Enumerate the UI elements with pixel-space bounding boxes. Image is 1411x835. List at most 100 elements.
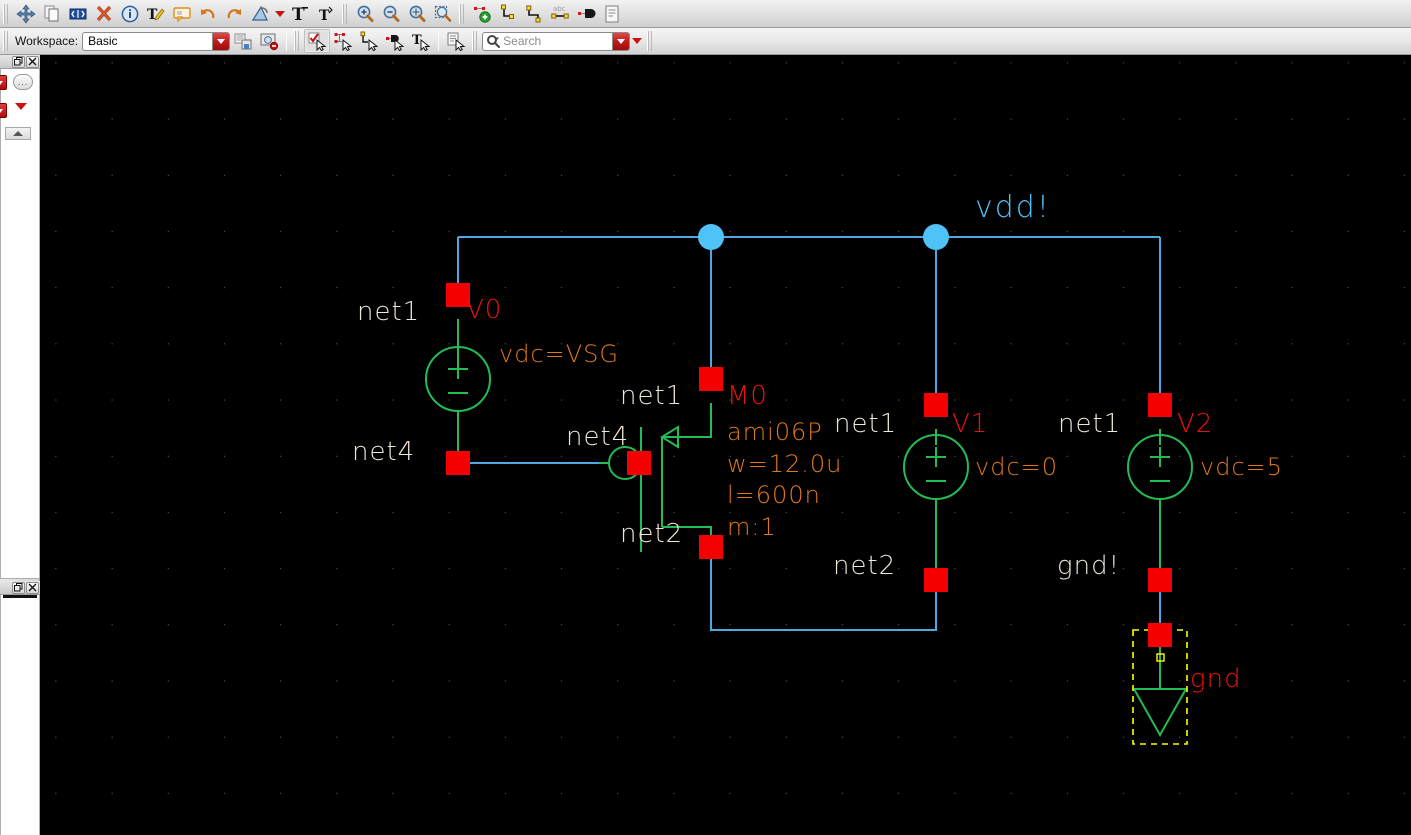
schematic-label-v1_net1[interactable]: net1 [834,409,897,439]
pin-v1-bottom[interactable] [924,568,948,592]
workspace-label: Workspace: [15,34,79,48]
pin-m0-drain[interactable] [699,535,723,559]
schematic-label-v2_name[interactable]: V2 [1177,409,1213,439]
add-bus-icon[interactable]: abc [547,2,573,26]
select-all-icon[interactable] [304,29,331,53]
check-dropdown-icon[interactable] [273,11,287,17]
add-instance-icon[interactable] [469,2,495,26]
schematic-label-v2_net1[interactable]: net1 [1058,409,1121,439]
schematic-label-m0_model[interactable]: ami06P [727,418,823,446]
dock-collapse-icon[interactable] [5,127,31,140]
dock-panel-bottom-body [0,595,40,835]
text-large-icon[interactable]: T [287,2,313,26]
edit-in-place-icon[interactable]: T [143,2,169,26]
delete-workspace-icon[interactable] [256,29,282,53]
select-wires-icon[interactable] [356,29,382,53]
schematic-label-m0_net4[interactable]: net4 [566,422,629,452]
undo-icon[interactable] [195,2,221,26]
pin-m0-gate-net4[interactable] [627,451,651,475]
schematic-label-v0_vdc[interactable]: vdc=VSG [499,340,619,368]
schematic-label-m0_w[interactable]: w=12.0u [727,450,842,478]
junction-vdd-m0[interactable] [698,224,724,250]
pin-v2-top[interactable] [1148,393,1172,417]
edit-toolbar-group: T T T [0,0,339,27]
svg-text:abc: abc [553,5,566,13]
descend-icon[interactable] [169,2,195,26]
schematic-label-v0_net1[interactable]: net1 [357,297,420,327]
workspace-combobox[interactable]: Basic [82,31,231,51]
schematic-label-m0_net1[interactable]: net1 [620,381,683,411]
instance-V0 [425,319,491,463]
schematic-label-m0_m[interactable]: m:1 [727,513,777,541]
check-and-save-icon[interactable] [247,2,273,26]
stretch-icon[interactable] [65,2,91,26]
restore-icon-2[interactable] [12,581,25,594]
schematic-label-m0_net2[interactable]: net2 [620,519,683,549]
toolbar-grip-zoom[interactable] [342,3,349,24]
select-annotations-icon[interactable] [443,29,469,53]
schematic-label-gnd_inst[interactable]: gnd [1190,664,1242,694]
add-wire-name-icon[interactable] [521,2,547,26]
zoom-in-icon[interactable] [352,2,378,26]
schematic-label-v1_net2[interactable]: net2 [833,551,896,581]
copy-icon[interactable] [39,2,65,26]
add-wire-icon[interactable] [495,2,521,26]
zoom-area-icon[interactable] [430,2,456,26]
schematic-label-v0_net4[interactable]: net4 [352,437,415,467]
select-instances-icon[interactable] [330,29,356,53]
schematic-label-m0_l[interactable]: l=600n [727,481,821,509]
select-labels-icon[interactable]: T [408,29,434,53]
move-icon[interactable] [13,2,39,26]
zoom-fit-icon[interactable] [404,2,430,26]
close-icon[interactable] [26,55,39,68]
workspace-toolbar-grip[interactable] [3,31,10,51]
application-window: T T T abc Workspace: Basic T Search ... … [0,0,1411,835]
schematic-label-v2_gnd[interactable]: gnd! [1057,551,1120,581]
search-dropdown-icon[interactable] [612,32,630,50]
toolbar-grip-create[interactable] [459,3,466,24]
schematic-label-vdd[interactable]: vdd! [975,190,1051,225]
schematic-label-m0_name[interactable]: M0 [727,381,768,411]
junction-vdd-v1[interactable] [923,224,949,250]
dock-panel-bottom [0,581,40,835]
save-workspace-icon[interactable] [230,29,256,53]
select-pins-icon[interactable] [382,29,408,53]
dock-more-button[interactable]: ... [13,74,33,90]
chevron-down-icon[interactable] [212,32,230,50]
search-icon [483,34,503,48]
redo-icon[interactable] [221,2,247,26]
pin-v2-bottom[interactable] [1148,568,1172,592]
delete-icon[interactable] [91,2,117,26]
create-toolbar-group: abc [456,0,625,27]
schematic-label-v1_vdc[interactable]: vdc=0 [975,453,1058,481]
dock-panel-bottom-titlebar [0,581,40,595]
dock-dropdown-2[interactable] [0,103,7,118]
search-input[interactable]: Search [482,31,631,51]
selection-toolbar-grip[interactable] [294,31,302,51]
zoom-toolbar-group [339,0,456,27]
toolbar-grip-end[interactable] [647,31,655,51]
workspace-toolbar: Workspace: Basic T Search [0,28,1411,55]
pin-gnd-top[interactable] [1148,623,1172,647]
pin-v1-top[interactable] [924,393,948,417]
pin-m0-source[interactable] [699,367,723,391]
properties-icon[interactable] [117,2,143,26]
schematic-label-v0_name[interactable]: V0 [466,295,502,325]
search-options-caret-icon[interactable] [630,38,644,44]
schematic-label-v1_name[interactable]: V1 [952,409,988,439]
zoom-out-icon[interactable] [378,2,404,26]
text-small-icon[interactable]: T [313,2,339,26]
schematic-canvas[interactable]: vdd! net1 V0 vdc=VSG net4 net1 M0 ami06P w=12.0u… [41,57,1411,835]
restore-icon[interactable] [12,55,25,68]
main-toolbar: T T T abc [0,0,1411,28]
instance-V1 [903,429,969,568]
toolbar-grip[interactable] [3,3,10,24]
search-toolbar-grip[interactable] [472,31,480,51]
add-note-icon[interactable] [599,2,625,26]
dock-dropdown-1[interactable] [0,75,7,90]
pin-v0-bottom[interactable] [446,451,470,475]
close-icon-2[interactable] [26,581,39,594]
dock-caret-icon[interactable] [15,103,27,110]
schematic-label-v2_vdc[interactable]: vdc=5 [1200,453,1283,481]
add-pin-icon[interactable] [573,2,599,26]
